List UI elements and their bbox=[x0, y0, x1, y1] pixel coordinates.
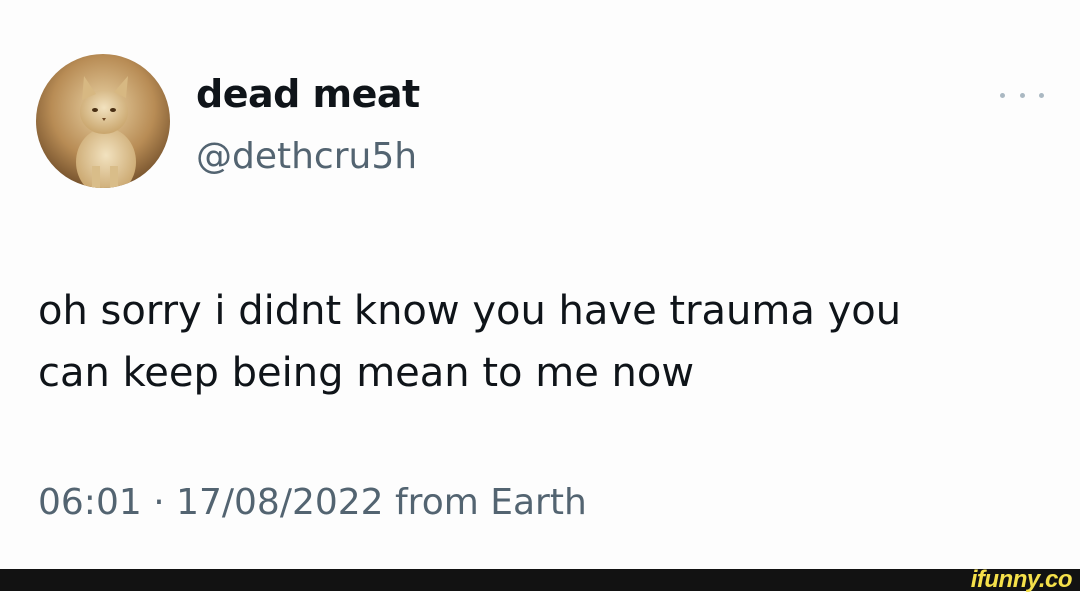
tweet-text-line: can keep being mean to me now bbox=[38, 350, 695, 396]
ifunny-watermark: ifunny.co bbox=[970, 566, 1073, 593]
tweet-timestamp: 06:01 · 17/08/2022 from Earth bbox=[38, 482, 587, 523]
kitten-photo-avatar-icon bbox=[36, 54, 170, 188]
display-name[interactable]: dead meat bbox=[196, 72, 420, 116]
footer-bar bbox=[0, 569, 1080, 591]
more-dot bbox=[1039, 92, 1044, 98]
more-dot bbox=[1019, 92, 1025, 98]
avatar[interactable] bbox=[36, 54, 170, 188]
tweet-card: dead meat @dethcru5h oh sorry i didnt kn… bbox=[0, 0, 1080, 569]
more-dot bbox=[1000, 92, 1005, 98]
tweet-text-line: oh sorry i didnt know you have trauma yo… bbox=[38, 288, 902, 334]
ellipsis-icon[interactable] bbox=[1000, 86, 1044, 104]
user-handle[interactable]: @dethcru5h bbox=[196, 136, 417, 177]
tweet-text: oh sorry i didnt know you have trauma yo… bbox=[38, 280, 1048, 404]
